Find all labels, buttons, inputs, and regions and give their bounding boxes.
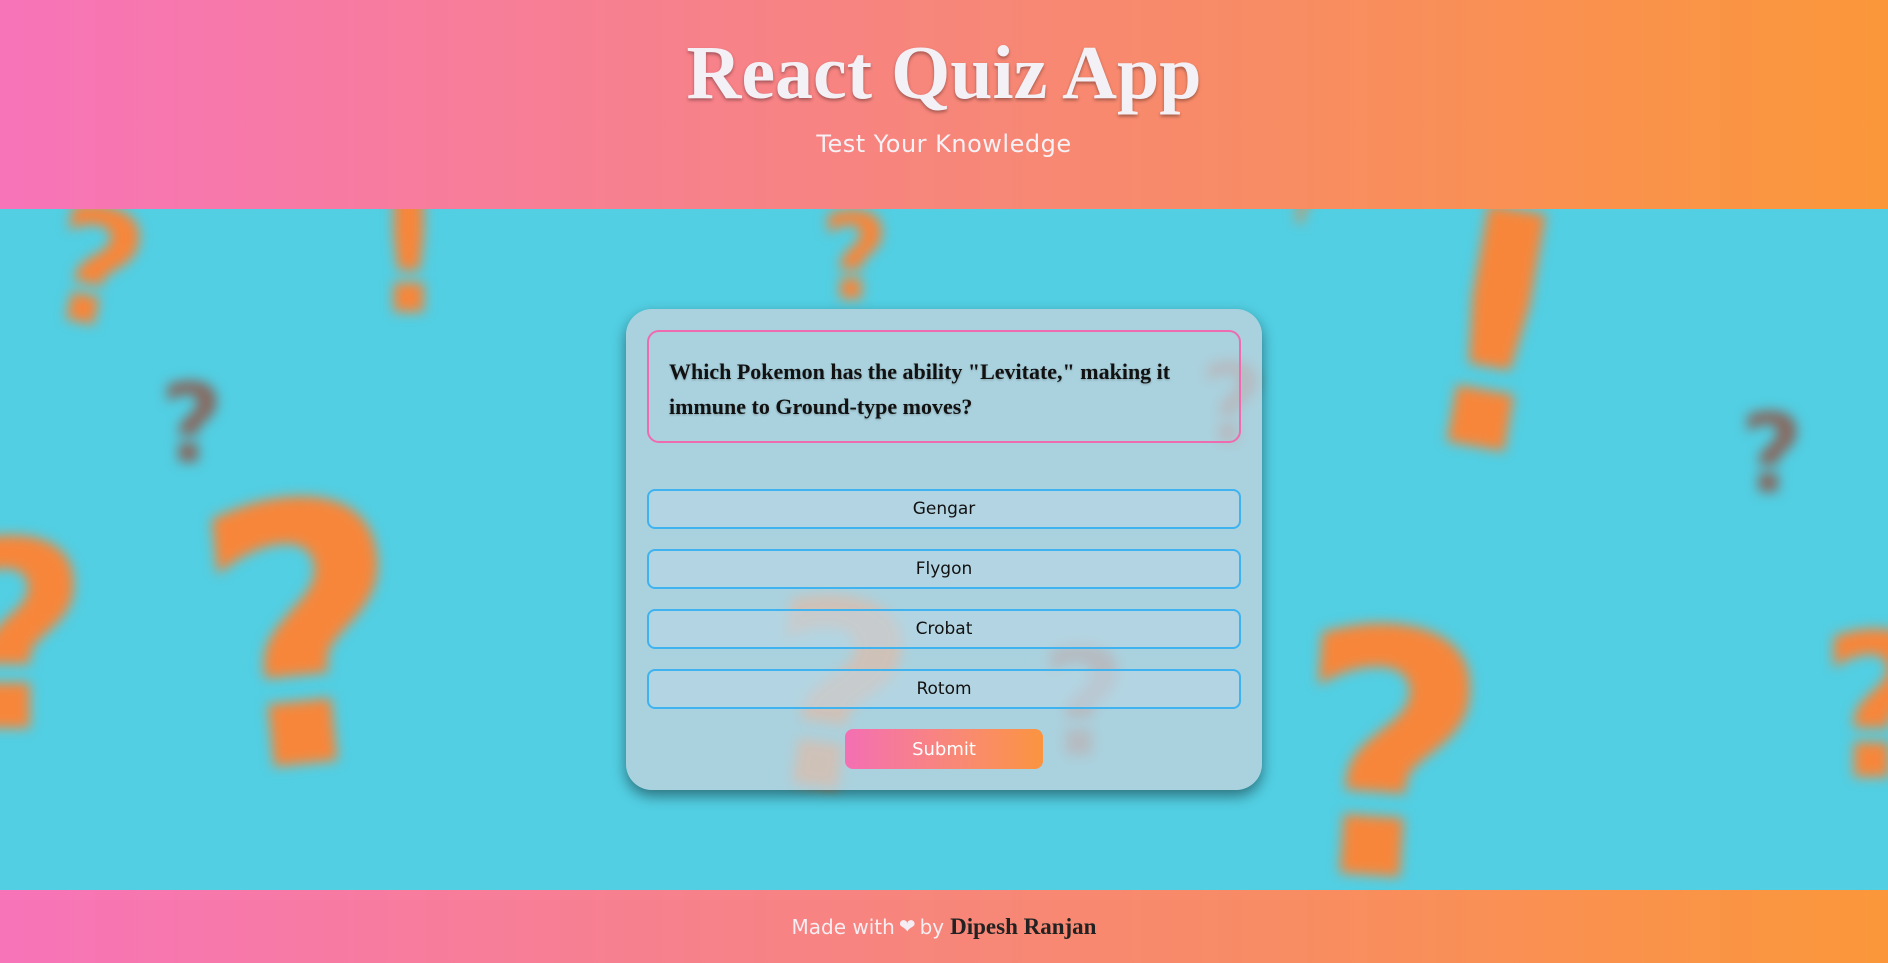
question-mark-decoration: ? (178, 419, 431, 858)
app-header: React Quiz App Test Your Knowledge (0, 0, 1888, 209)
footer-by: by (919, 914, 945, 939)
app-subtitle: Test Your Knowledge (816, 130, 1072, 158)
answer-option-crobat[interactable]: Crobat (647, 609, 1241, 649)
heart-icon: ❤ (898, 916, 916, 938)
question-mark-decoration: ? (820, 209, 890, 328)
question-mark-decoration: ? (1740, 390, 1804, 518)
question-mark-decoration: ? (1276, 554, 1501, 890)
app-title: React Quiz App (686, 31, 1202, 115)
question-mark-decoration: ? (1820, 609, 1888, 809)
answer-option-gengar[interactable]: Gengar (647, 489, 1241, 529)
question-mark-decoration: ! (1387, 209, 1603, 537)
answer-option-rotom[interactable]: Rotom (647, 669, 1241, 709)
question-box: Which Pokemon has the ability "Levitate,… (647, 330, 1241, 443)
footer-made-with: Made with (791, 914, 895, 939)
answer-option-flygon[interactable]: Flygon (647, 549, 1241, 589)
app-footer: Made with ❤ by Dipesh Ranjan (0, 890, 1888, 963)
question-mark-decoration: ? (1290, 209, 1314, 232)
question-mark-decoration: ! (370, 209, 448, 353)
question-mark-decoration: ? (31, 209, 162, 370)
quiz-card: Which Pokemon has the ability "Levitate,… (626, 309, 1262, 790)
quiz-area: ? ! ? ? ? ? ? ? ? ! ? ? ? ? Which Pokemo… (0, 209, 1888, 890)
submit-button[interactable]: Submit (845, 729, 1043, 769)
footer-author: Dipesh Ranjan (950, 913, 1097, 939)
question-text: Which Pokemon has the ability "Levitate,… (669, 359, 1171, 419)
question-mark-decoration: ? (0, 509, 91, 769)
